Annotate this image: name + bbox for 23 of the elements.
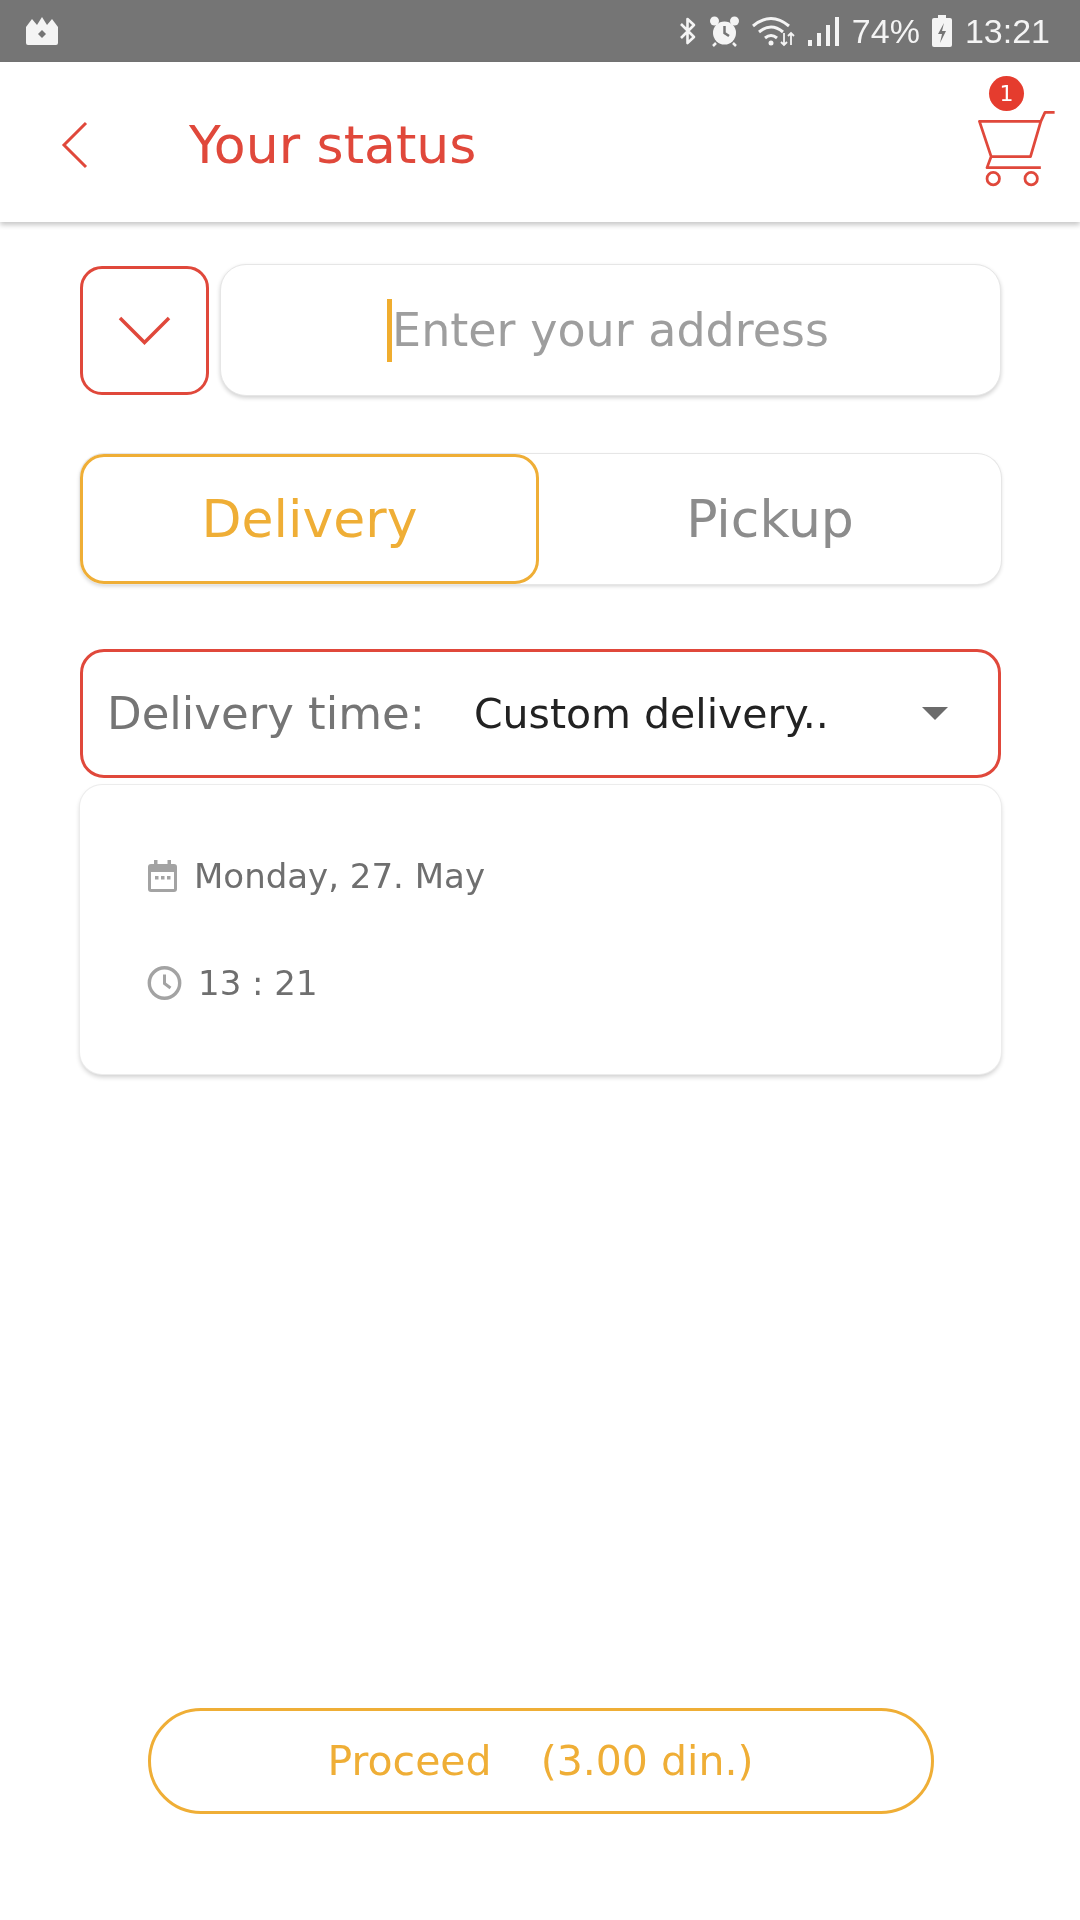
mode-tab[interactable]: Pickup <box>539 454 1001 584</box>
delivery-time-dropdown[interactable]: Delivery time: Custom delivery.. <box>80 649 1001 778</box>
cart-icon[interactable] <box>976 111 1056 187</box>
delivery-time-label: Delivery time: <box>107 687 425 740</box>
calendar-icon <box>147 859 178 893</box>
screen-title: Your status <box>189 113 477 177</box>
wifi-icon <box>750 15 796 47</box>
signal-icon <box>806 16 841 46</box>
battery-percentage: 74% <box>851 14 920 48</box>
dropdown-button[interactable] <box>80 265 209 395</box>
clock-icon <box>147 966 182 1000</box>
alarm-clock-icon <box>708 15 740 47</box>
date-value[interactable]: Monday, 27. May <box>194 856 485 896</box>
dropdown-arrow-icon <box>922 707 948 720</box>
crown-icon <box>24 16 60 46</box>
battery-icon <box>930 15 953 47</box>
status-time: 13:21 <box>964 14 1050 48</box>
back-icon[interactable] <box>61 121 89 169</box>
delivery-time-value: Custom delivery.. <box>473 689 830 738</box>
cart-count-badge: 1 <box>989 76 1024 111</box>
time-value[interactable]: 13 : 21 <box>198 963 318 1003</box>
chevron-down-icon <box>118 315 171 345</box>
address-field[interactable]: Enter your address <box>220 264 1001 396</box>
